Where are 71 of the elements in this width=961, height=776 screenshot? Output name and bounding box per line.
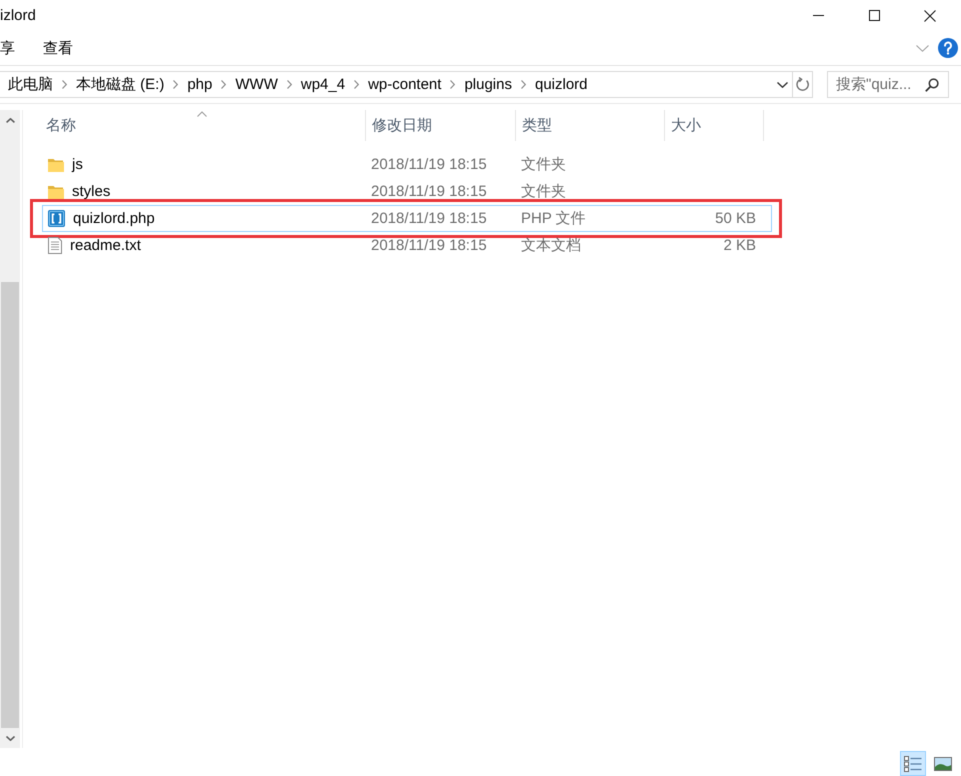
chevron-right-icon — [173, 80, 178, 89]
file-size: 50 KB — [714, 211, 757, 226]
landscape-picture-icon — [934, 756, 952, 770]
modified-date: 2018/11/19 18:15 — [370, 184, 487, 199]
file-name: styles — [72, 184, 110, 199]
column-header[interactable]: 大小 — [664, 110, 764, 141]
details-list-icon — [904, 756, 922, 772]
chevron-right-icon — [450, 80, 456, 89]
folder-icon — [48, 184, 64, 198]
search-field[interactable]: 搜索"quiz... — [827, 71, 949, 98]
help-icon — [938, 38, 958, 58]
breadcrumb-separator[interactable] — [450, 80, 456, 89]
refresh-button[interactable] — [792, 72, 812, 97]
details-view-button[interactable] — [900, 751, 926, 776]
search-icon — [925, 78, 939, 92]
file-name: readme.txt — [70, 238, 141, 253]
chevron-down-icon — [916, 44, 929, 52]
file-row[interactable]: readme.txt 2018/11/19 18:15 文本文档 2 KB — [42, 232, 772, 259]
chevron-down-icon — [776, 82, 788, 88]
ribbon-expand-button[interactable] — [916, 44, 929, 52]
breadcrumb-separator[interactable] — [286, 80, 292, 89]
chevron-right-icon — [221, 80, 226, 89]
breadcrumb-separator[interactable] — [62, 80, 67, 89]
text-document-icon — [48, 237, 62, 254]
bracket-file-icon — [48, 210, 65, 227]
help-button[interactable] — [938, 38, 958, 58]
ribbon-tab[interactable]: 享 — [0, 36, 15, 60]
chevron-up-icon — [6, 118, 14, 122]
scrollbar-thumb[interactable] — [1, 282, 19, 728]
file-type: 文件夹 — [520, 157, 566, 172]
column-header[interactable]: 修改日期 — [365, 110, 515, 141]
file-size: 2 KB — [722, 238, 757, 253]
chevron-right-icon — [520, 80, 526, 89]
maximize-icon — [868, 10, 880, 21]
modified-date: 2018/11/19 18:15 — [370, 211, 487, 226]
minimize-icon — [812, 15, 824, 16]
breadcrumb-separator[interactable] — [354, 80, 360, 89]
chevron-right-icon — [286, 80, 292, 89]
breadcrumb-separator[interactable] — [221, 80, 226, 89]
breadcrumb-separator[interactable] — [520, 80, 526, 89]
breadcrumb[interactable]: wp4_4 — [300, 77, 346, 92]
file-row[interactable]: quizlord.php 2018/11/19 18:15 PHP 文件 50 KB — [42, 205, 772, 232]
modified-date: 2018/11/19 18:15 — [370, 157, 487, 172]
breadcrumb-separator[interactable] — [173, 80, 178, 89]
refresh-icon — [796, 77, 810, 92]
ribbon-tab[interactable]: 查看 — [43, 36, 73, 60]
file-row[interactable]: styles 2018/11/19 18:15 文件夹 — [42, 178, 772, 205]
column-header[interactable]: 名称 — [43, 110, 365, 141]
file-type: PHP 文件 — [520, 211, 586, 226]
file-name: quizlord.php — [73, 211, 155, 226]
breadcrumb[interactable]: WWW — [235, 77, 278, 92]
breadcrumb[interactable]: wp-content — [368, 77, 442, 92]
folder-icon — [48, 158, 64, 172]
column-header[interactable]: 类型 — [515, 110, 664, 141]
file-type: 文件夹 — [520, 184, 566, 199]
close-icon — [924, 10, 936, 22]
chevron-right-icon — [354, 80, 360, 89]
breadcrumb[interactable]: 本地磁盘 (E:) — [76, 77, 164, 92]
modified-date: 2018/11/19 18:15 — [370, 238, 487, 253]
scrollbar-track[interactable] — [0, 110, 20, 748]
file-row[interactable]: js 2018/11/19 18:15 文件夹 — [42, 151, 772, 178]
breadcrumb[interactable]: quizlord — [534, 77, 588, 92]
breadcrumb[interactable]: 此电脑 — [8, 77, 53, 92]
chevron-down-icon — [6, 736, 14, 740]
file-name: js — [72, 157, 83, 172]
chevron-right-icon — [62, 80, 67, 89]
window-title: izlord — [0, 8, 37, 23]
address-bar[interactable]: 此电脑 本地磁盘 (E:) php WWW wp4_4 wp-content plugins quizlord — [0, 71, 813, 98]
breadcrumb[interactable]: php — [187, 77, 212, 92]
file-type: 文本文档 — [520, 238, 581, 253]
breadcrumb[interactable]: plugins — [464, 77, 512, 92]
